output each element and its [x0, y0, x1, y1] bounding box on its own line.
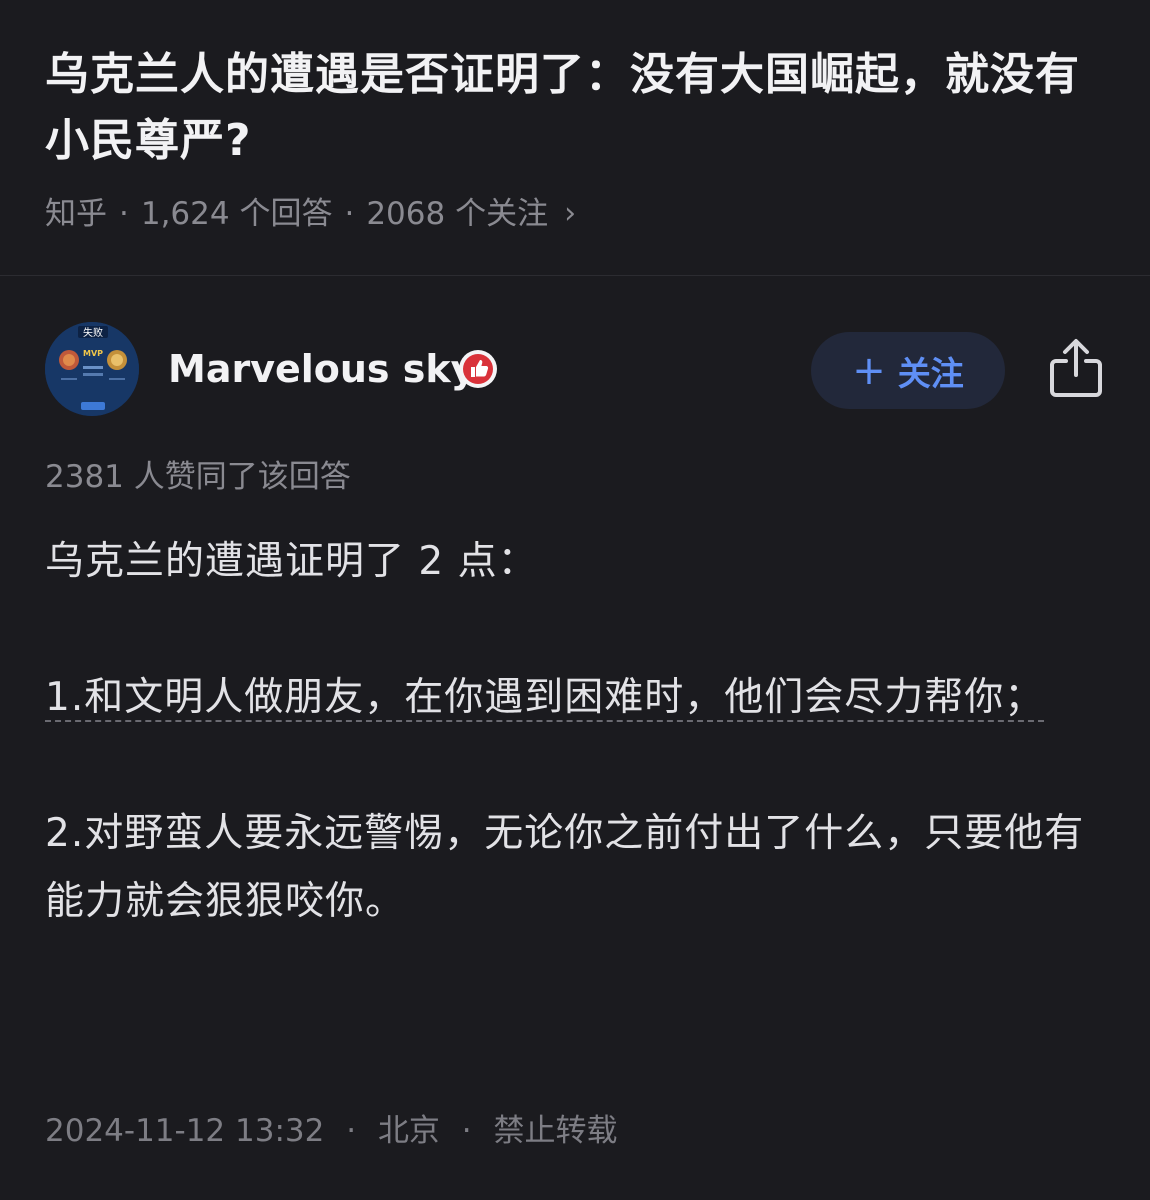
answer-footer: 2024-11-12 13:32 · 北京 · 禁止转载	[45, 1109, 618, 1153]
answer-intro: 乌克兰的遭遇证明了 2 点：	[45, 539, 538, 584]
author-name[interactable]: Marvelous sky	[168, 344, 475, 394]
answer-timestamp: 2024-11-12 13:32	[45, 1113, 325, 1149]
chevron-right-icon: ›	[564, 196, 577, 231]
plus-icon: +	[852, 347, 886, 394]
answer-point-2: 2.对野蛮人要永远警惕，无论你之前付出了什么，只要他有能力就会狠狠咬你。	[45, 811, 1085, 924]
answer-location: 北京	[377, 1113, 440, 1149]
thumbs-up-badge-icon	[459, 350, 497, 388]
upvote-info: 2381 人赞同了该回答	[45, 459, 351, 495]
avatar-text: 失败	[83, 326, 103, 339]
meta-separator: ·	[344, 196, 355, 232]
footer-separator: ·	[346, 1113, 357, 1149]
meta-separator: ·	[119, 196, 129, 232]
question-title[interactable]: 乌克兰人的遭遇是否证明了：没有大国崛起，就没有小民尊严?	[45, 42, 1105, 174]
author-row: 失败 MVP Marvelous sky + 关注	[45, 322, 1105, 418]
source-label: 知乎	[45, 196, 107, 232]
followers-count: 2068 个关注	[366, 196, 549, 232]
answer-point-1-link[interactable]: 1.和文明人做朋友，在你遇到困难时，他们会尽力帮你；	[45, 675, 1045, 722]
share-icon[interactable]	[1048, 337, 1104, 399]
answer-body: 乌克兰的遭遇证明了 2 点： 1.和文明人做朋友，在你遇到困难时，他们会尽力帮你…	[45, 528, 1107, 936]
question-header: 乌克兰人的遭遇是否证明了：没有大国崛起，就没有小民尊严? 知乎 · 1,624 …	[0, 0, 1150, 276]
follow-label: 关注	[897, 353, 964, 393]
avatar-subtext: MVP	[83, 349, 103, 358]
avatar[interactable]: 失败 MVP	[45, 322, 139, 416]
answers-count: 1,624 个回答	[140, 196, 333, 232]
follow-button[interactable]: + 关注	[811, 332, 1005, 409]
answer-point-1: 1.和文明人做朋友，在你遇到困难时，他们会尽力帮你；	[45, 664, 1107, 732]
copyright-notice: 禁止转载	[493, 1113, 618, 1149]
question-meta[interactable]: 知乎 · 1,624 个回答 · 2068 个关注 ›	[45, 192, 576, 236]
footer-separator: ·	[461, 1113, 472, 1149]
